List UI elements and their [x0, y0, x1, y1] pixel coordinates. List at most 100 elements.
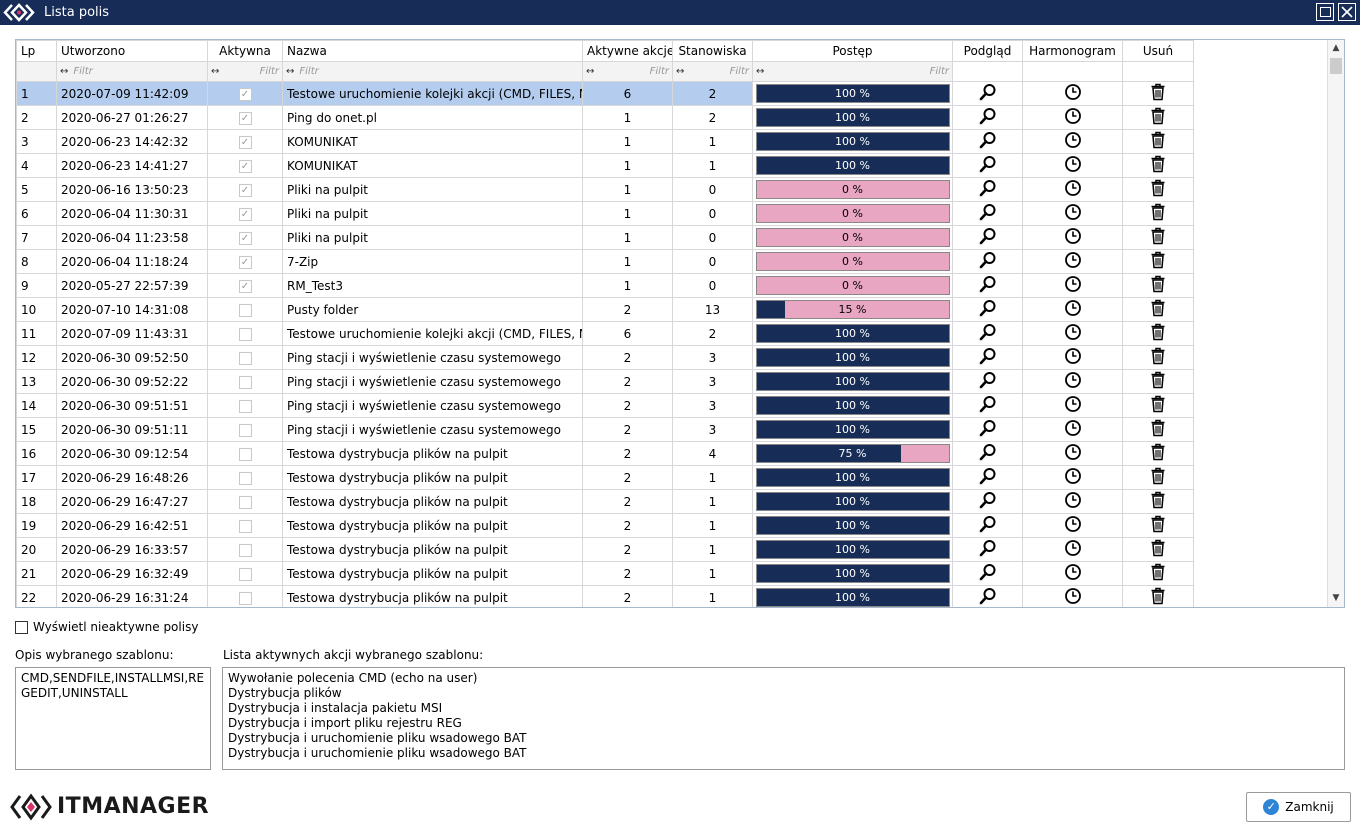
cell-delete[interactable] — [1122, 465, 1194, 490]
cell-active[interactable]: ✓ — [207, 273, 283, 298]
cell-name[interactable]: Testowa dystrybucja plików na pulpit — [282, 489, 583, 514]
active-checkbox[interactable]: ✓ — [238, 87, 252, 101]
table-row[interactable]: 8 2020-06-04 11:18:24 ✓ 7-Zip 1 0 0 % — [16, 249, 1194, 274]
magnifier-icon[interactable] — [979, 540, 997, 560]
cell-preview[interactable] — [952, 561, 1023, 586]
cell-schedule[interactable] — [1022, 153, 1123, 178]
action-list-item[interactable]: Dystrybucja i uruchomienie pliku wsadowe… — [228, 731, 1339, 746]
clock-icon[interactable] — [1064, 132, 1082, 152]
trash-icon[interactable] — [1150, 347, 1166, 368]
cell-created[interactable]: 2020-06-04 11:23:58 — [56, 225, 208, 250]
cell-lp[interactable]: 12 — [16, 345, 57, 370]
cell-lp[interactable]: 6 — [16, 201, 57, 226]
cell-active[interactable]: ✓ — [207, 225, 283, 250]
trash-icon[interactable] — [1150, 443, 1166, 464]
table-row[interactable]: 13 2020-06-30 09:52:22 Ping stacji i wyświ… — [16, 369, 1194, 394]
active-checkbox[interactable] — [238, 375, 252, 389]
table-row[interactable]: 18 2020-06-29 16:47:27 Testowa dystrybucja… — [16, 489, 1194, 514]
cell-name[interactable]: RM_Test3 — [282, 273, 583, 298]
cell-lp[interactable]: 8 — [16, 249, 57, 274]
cell-preview[interactable] — [952, 417, 1023, 442]
clock-icon[interactable] — [1064, 180, 1082, 200]
active-checkbox[interactable] — [238, 399, 252, 413]
clock-icon[interactable] — [1064, 540, 1082, 560]
cell-schedule[interactable] — [1022, 417, 1123, 442]
cell-delete[interactable] — [1122, 537, 1194, 562]
cell-delete[interactable] — [1122, 201, 1194, 226]
table-row[interactable]: 12 2020-06-30 09:52:50 Ping stacji i wyświ… — [16, 345, 1194, 370]
cell-delete[interactable] — [1122, 273, 1194, 298]
cell-schedule[interactable] — [1022, 513, 1123, 538]
cell-stations[interactable]: 1 — [672, 537, 753, 562]
cell-lp[interactable]: 4 — [16, 153, 57, 178]
cell-preview[interactable] — [952, 297, 1023, 322]
cell-schedule[interactable] — [1022, 321, 1123, 346]
trash-icon[interactable] — [1150, 251, 1166, 272]
clock-icon[interactable] — [1064, 84, 1082, 104]
cell-created[interactable]: 2020-06-23 14:41:27 — [56, 153, 208, 178]
clock-icon[interactable] — [1064, 516, 1082, 536]
cell-stations[interactable]: 0 — [672, 225, 753, 250]
active-checkbox[interactable]: ✓ — [238, 207, 252, 221]
cell-actions[interactable]: 1 — [582, 249, 673, 274]
cell-delete[interactable] — [1122, 129, 1194, 154]
active-checkbox[interactable] — [238, 591, 252, 605]
cell-schedule[interactable] — [1022, 561, 1123, 586]
cell-active[interactable] — [207, 561, 283, 586]
cell-schedule[interactable] — [1022, 297, 1123, 322]
cell-active[interactable]: ✓ — [207, 201, 283, 226]
cell-name[interactable]: Ping do onet.pl — [282, 105, 583, 130]
cell-name[interactable]: KOMUNIKAT — [282, 153, 583, 178]
clock-icon[interactable] — [1064, 276, 1082, 296]
cell-delete[interactable] — [1122, 441, 1194, 466]
cell-active[interactable]: ✓ — [207, 129, 283, 154]
cell-preview[interactable] — [952, 465, 1023, 490]
cell-created[interactable]: 2020-06-23 14:42:32 — [56, 129, 208, 154]
table-row[interactable]: 7 2020-06-04 11:23:58 ✓ Pliki na pulpit 1 0 0 … — [16, 225, 1194, 250]
cell-actions[interactable]: 1 — [582, 129, 673, 154]
cell-preview[interactable] — [952, 225, 1023, 250]
magnifier-icon[interactable] — [979, 156, 997, 176]
trash-icon[interactable] — [1150, 131, 1166, 152]
cell-stations[interactable]: 1 — [672, 129, 753, 154]
cell-stations[interactable]: 0 — [672, 177, 753, 202]
table-row[interactable]: 4 2020-06-23 14:41:27 ✓ KOMUNIKAT 1 1 100 % — [16, 153, 1194, 178]
table-row[interactable]: 3 2020-06-23 14:42:32 ✓ KOMUNIKAT 1 1 100 % — [16, 129, 1194, 154]
cell-created[interactable]: 2020-07-10 14:31:08 — [56, 297, 208, 322]
trash-icon[interactable] — [1150, 539, 1166, 560]
cell-name[interactable]: Ping stacji i wyświetlenie czasu systemo… — [282, 345, 583, 370]
actions-list-box[interactable]: Wywołanie polecenia CMD (echo na user) Dy… — [222, 667, 1345, 770]
table-row[interactable]: 21 2020-06-29 16:32:49 Testowa dystrybucja… — [16, 561, 1194, 586]
cell-delete[interactable] — [1122, 225, 1194, 250]
clock-icon[interactable] — [1064, 468, 1082, 488]
trash-icon[interactable] — [1150, 179, 1166, 200]
clock-icon[interactable] — [1064, 324, 1082, 344]
cell-lp[interactable]: 15 — [16, 417, 57, 442]
active-checkbox[interactable] — [238, 519, 252, 533]
active-checkbox[interactable] — [238, 543, 252, 557]
cell-schedule[interactable] — [1022, 81, 1123, 106]
cell-created[interactable]: 2020-06-27 01:26:27 — [56, 105, 208, 130]
cell-created[interactable]: 2020-06-04 11:18:24 — [56, 249, 208, 274]
cell-preview[interactable] — [952, 249, 1023, 274]
cell-name[interactable]: Ping stacji i wyświetlenie czasu systemo… — [282, 369, 583, 394]
cell-actions[interactable]: 2 — [582, 537, 673, 562]
clock-icon[interactable] — [1064, 204, 1082, 224]
table-row[interactable]: 2 2020-06-27 01:26:27 ✓ Ping do onet.pl 1 2 10… — [16, 105, 1194, 130]
cell-preview[interactable] — [952, 513, 1023, 538]
cell-created[interactable]: 2020-06-30 09:51:51 — [56, 393, 208, 418]
cell-delete[interactable] — [1122, 393, 1194, 418]
cell-created[interactable]: 2020-06-04 11:30:31 — [56, 201, 208, 226]
cell-schedule[interactable] — [1022, 345, 1123, 370]
cell-active[interactable] — [207, 321, 283, 346]
active-checkbox[interactable] — [238, 447, 252, 461]
trash-icon[interactable] — [1150, 515, 1166, 536]
cell-active[interactable] — [207, 489, 283, 514]
cell-lp[interactable]: 20 — [16, 537, 57, 562]
cell-delete[interactable] — [1122, 489, 1194, 514]
clock-icon[interactable] — [1064, 588, 1082, 607]
cell-schedule[interactable] — [1022, 585, 1123, 607]
cell-delete[interactable] — [1122, 81, 1194, 106]
trash-icon[interactable] — [1150, 419, 1166, 440]
cell-delete[interactable] — [1122, 297, 1194, 322]
